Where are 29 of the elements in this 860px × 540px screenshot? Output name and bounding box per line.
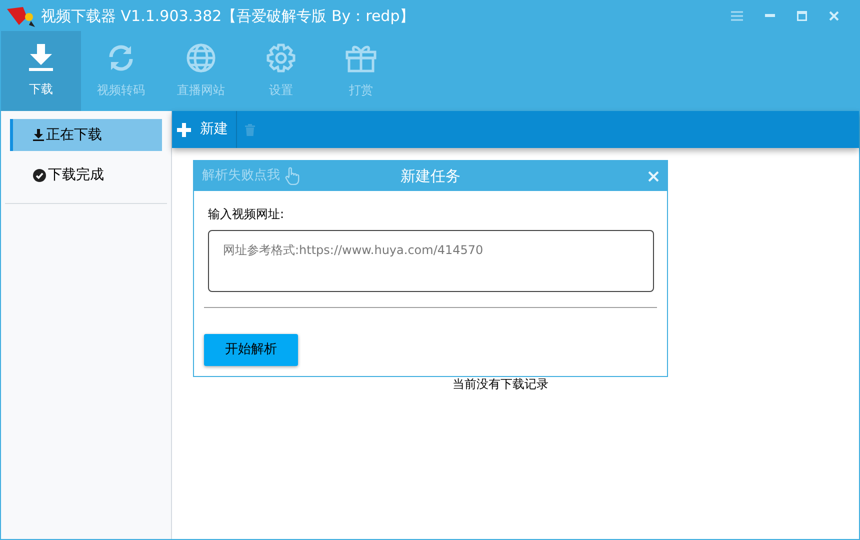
plus-icon [176,122,192,138]
close-icon[interactable] [829,11,839,21]
pointing-hand-icon [284,167,300,185]
url-input-field[interactable]: 网址参考格式:https://www.huya.com/414570 [208,230,654,292]
download-icon [28,44,54,72]
nav-tab[interactable]: 下载 [1,31,81,111]
window-title: 视频下载器 V1.1.903.382【吾爱破解专版 By：redp】 [41,6,415,27]
minimize-icon[interactable] [765,14,775,18]
gift-icon [345,43,377,73]
sidebar-item[interactable]: 正在下载 [10,119,162,151]
download-icon [33,129,44,141]
start-parse-button[interactable]: 开始解析 [204,334,298,366]
globe-icon [186,43,216,73]
close-icon[interactable] [648,170,659,182]
new-button[interactable]: 新建 [172,111,237,148]
check-circle-icon [33,168,46,182]
app-logo-icon [5,5,37,27]
maximize-icon[interactable] [797,11,807,21]
empty-message: 当前没有下载记录 [452,376,548,393]
sidebar-item[interactable]: 下载完成 [10,159,162,191]
nav-tab[interactable]: 打赏 [321,31,401,111]
dialog-title: 新建任务 [400,166,460,187]
nav-tab[interactable]: 直播网站 [161,31,241,111]
menu-icon[interactable] [731,11,743,21]
settings-icon [266,43,296,73]
help-link[interactable]: 解析失败点我 [202,166,300,186]
field-label: 输入视频网址: [208,206,286,223]
nav-tab[interactable]: 设置 [241,31,321,111]
nav-tab[interactable]: 视频转码 [81,31,161,111]
